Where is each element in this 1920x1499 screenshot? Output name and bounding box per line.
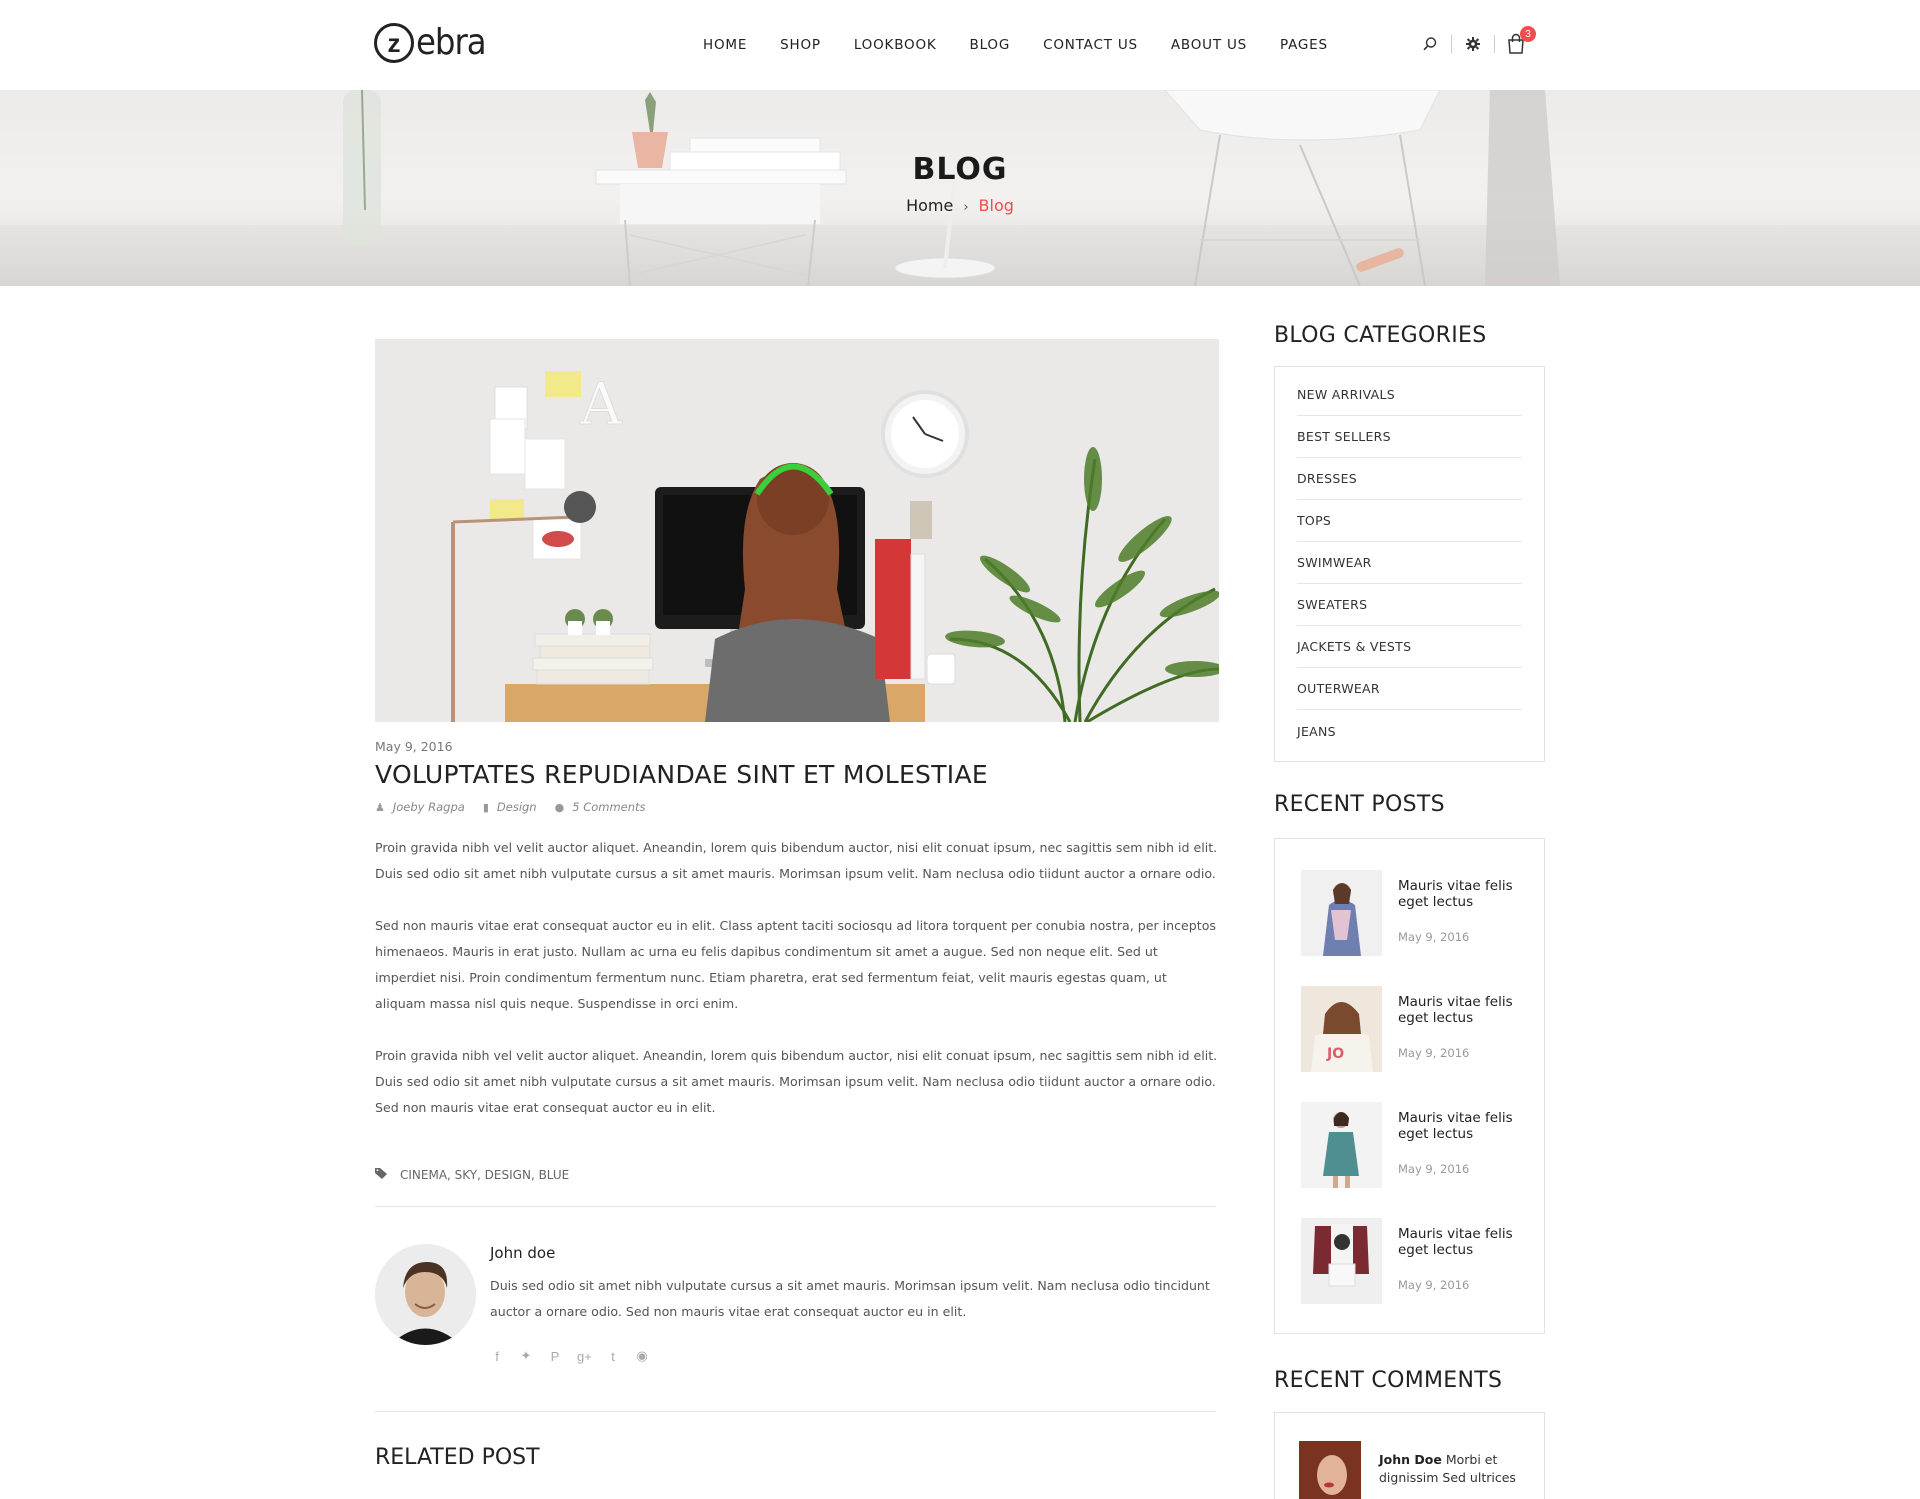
banner-background-illustration bbox=[343, 90, 1560, 286]
svg-text:JO: JO bbox=[1326, 1046, 1344, 1062]
site-header: z ebra HOME SHOP LOOKBOOK BLOG CONTACT U… bbox=[0, 0, 1920, 90]
nav-home[interactable]: HOME bbox=[703, 37, 747, 53]
post-date: May 9, 2016 bbox=[375, 739, 453, 754]
author-portrait bbox=[375, 1244, 476, 1345]
category-list: NEW ARRIVALS BEST SELLERS DRESSES TOPS S… bbox=[1275, 367, 1544, 752]
recent-post-thumbnail[interactable]: JO bbox=[1301, 986, 1382, 1072]
breadcrumb-current: Blog bbox=[978, 196, 1014, 215]
featured-image-illustration: A bbox=[375, 339, 1219, 722]
category-sweaters[interactable]: SWEATERS bbox=[1297, 584, 1522, 626]
post-category[interactable]: ▮ Design bbox=[483, 800, 537, 814]
user-icon: ♟ bbox=[375, 800, 385, 814]
blog-categories-heading: BLOG CATEGORIES bbox=[1274, 323, 1487, 348]
main-nav: HOME SHOP LOOKBOOK BLOG CONTACT US ABOUT… bbox=[703, 37, 1361, 53]
recent-post-title[interactable]: Mauris vitae felis eget lectus bbox=[1398, 994, 1528, 1026]
blog-categories-box: NEW ARRIVALS BEST SELLERS DRESSES TOPS S… bbox=[1274, 366, 1545, 762]
recent-comments-heading: RECENT COMMENTS bbox=[1274, 1368, 1503, 1393]
post-featured-image: A bbox=[375, 339, 1219, 722]
category-tops[interactable]: TOPS bbox=[1297, 500, 1522, 542]
gear-icon[interactable] bbox=[1461, 32, 1485, 56]
post-tags: CINEMA, SKY, DESIGN, BLUE bbox=[375, 1167, 569, 1182]
recent-post-title[interactable]: Mauris vitae felis eget lectus bbox=[1398, 1226, 1528, 1258]
nav-contact-us[interactable]: CONTACT US bbox=[1043, 37, 1138, 53]
category-outerwear[interactable]: OUTERWEAR bbox=[1297, 668, 1522, 710]
nav-lookbook[interactable]: LOOKBOOK bbox=[854, 37, 937, 53]
post-author[interactable]: ♟ Joeby Ragpa bbox=[375, 800, 465, 814]
google-plus-icon[interactable]: g+ bbox=[577, 1349, 592, 1364]
breadcrumb-home[interactable]: Home bbox=[906, 196, 953, 215]
cart-icon[interactable]: 3 bbox=[1504, 26, 1536, 56]
tag-list[interactable]: CINEMA, SKY, DESIGN, BLUE bbox=[400, 1168, 569, 1182]
recent-post-title[interactable]: Mauris vitae felis eget lectus bbox=[1398, 1110, 1528, 1142]
recent-post-item[interactable]: Mauris vitae felis eget lectus May 9, 20… bbox=[1301, 1218, 1531, 1304]
post-paragraph: Proin gravida nibh vel velit auctor aliq… bbox=[375, 1048, 1218, 1115]
post-author-name: Joeby Ragpa bbox=[392, 800, 465, 814]
recent-posts-box: Mauris vitae felis eget lectus May 9, 20… bbox=[1274, 838, 1545, 1334]
site-logo[interactable]: z ebra bbox=[374, 22, 487, 63]
recent-post-thumbnail[interactable] bbox=[1301, 1218, 1382, 1304]
recent-post-thumbnail[interactable] bbox=[1301, 870, 1382, 956]
recent-comments-box: John Doe Morbi et dignissim Sed ultrices bbox=[1274, 1412, 1545, 1499]
recent-posts-heading: RECENT POSTS bbox=[1274, 792, 1445, 817]
nav-about-us[interactable]: ABOUT US bbox=[1171, 37, 1247, 53]
author-avatar bbox=[375, 1244, 476, 1345]
recent-post-thumbnail[interactable] bbox=[1301, 1102, 1382, 1188]
post-meta: ♟ Joeby Ragpa ▮ Design ● 5 Comments bbox=[375, 800, 664, 814]
post-paragraph: Sed non mauris vitae erat consequat auct… bbox=[375, 918, 1216, 1011]
header-divider bbox=[1451, 35, 1452, 53]
recent-post-date: May 9, 2016 bbox=[1398, 1046, 1470, 1060]
nav-pages[interactable]: PAGES bbox=[1280, 37, 1328, 53]
author-social-links: f ✦ P g+ t ◉ bbox=[490, 1348, 664, 1364]
comment-avatar bbox=[1299, 1441, 1361, 1499]
recent-post-item[interactable]: Mauris vitae felis eget lectus May 9, 20… bbox=[1301, 1102, 1531, 1188]
page-title: BLOG bbox=[912, 152, 1008, 187]
recent-comment[interactable]: John Doe Morbi et dignissim Sed ultrices bbox=[1379, 1451, 1529, 1487]
pinterest-icon[interactable]: P bbox=[548, 1349, 562, 1364]
facebook-icon[interactable]: f bbox=[490, 1349, 504, 1364]
comment-author[interactable]: John Doe bbox=[1379, 1452, 1442, 1467]
page-banner: BLOG Home › Blog bbox=[0, 90, 1920, 286]
recent-post-title[interactable]: Mauris vitae felis eget lectus bbox=[1398, 878, 1528, 910]
post-category-name: Design bbox=[496, 800, 537, 814]
category-new-arrivals[interactable]: NEW ARRIVALS bbox=[1297, 374, 1522, 416]
author-bio: Duis sed odio sit amet nibh vulputate cu… bbox=[490, 1278, 1210, 1319]
nav-shop[interactable]: SHOP bbox=[780, 37, 821, 53]
comment-icon: ● bbox=[554, 800, 565, 814]
cart-count-badge: 3 bbox=[1520, 26, 1536, 42]
post-comments[interactable]: ● 5 Comments bbox=[555, 800, 646, 814]
category-jeans[interactable]: JEANS bbox=[1297, 710, 1522, 752]
search-icon[interactable] bbox=[1418, 32, 1442, 56]
recent-post-item[interactable]: Mauris vitae felis eget lectus May 9, 20… bbox=[1301, 870, 1531, 956]
recent-post-date: May 9, 2016 bbox=[1398, 1278, 1470, 1292]
section-divider bbox=[375, 1411, 1216, 1412]
author-name[interactable]: John doe bbox=[490, 1244, 555, 1262]
tumblr-icon[interactable]: t bbox=[606, 1349, 620, 1364]
svg-text:A: A bbox=[579, 370, 623, 438]
header-actions: 3 bbox=[1418, 26, 1536, 56]
post-comments-count: 5 Comments bbox=[572, 800, 646, 814]
category-best-sellers[interactable]: BEST SELLERS bbox=[1297, 416, 1522, 458]
related-posts-heading: RELATED POST bbox=[375, 1445, 540, 1470]
breadcrumb: Home › Blog bbox=[0, 196, 1920, 215]
bookmark-icon: ▮ bbox=[482, 800, 489, 814]
category-jackets-vests[interactable]: JACKETS & VESTS bbox=[1297, 626, 1522, 668]
breadcrumb-separator: › bbox=[963, 200, 969, 215]
category-swimwear[interactable]: SWIMWEAR bbox=[1297, 542, 1522, 584]
wordpress-icon[interactable]: ◉ bbox=[635, 1348, 649, 1364]
recent-post-item[interactable]: JO Mauris vitae felis eget lectus May 9,… bbox=[1301, 986, 1531, 1072]
header-divider bbox=[1494, 35, 1495, 53]
post-paragraph: Proin gravida nibh vel velit auctor aliq… bbox=[375, 840, 1218, 881]
tag-icon bbox=[375, 1167, 388, 1182]
logo-mark: z bbox=[374, 22, 414, 63]
recent-post-date: May 9, 2016 bbox=[1398, 1162, 1470, 1176]
nav-blog[interactable]: BLOG bbox=[970, 37, 1011, 53]
twitter-icon[interactable]: ✦ bbox=[519, 1348, 533, 1364]
section-divider bbox=[375, 1206, 1216, 1207]
category-dresses[interactable]: DRESSES bbox=[1297, 458, 1522, 500]
post-title[interactable]: VOLUPTATES REPUDIANDAE SINT ET MOLESTIAE bbox=[375, 760, 988, 789]
recent-post-date: May 9, 2016 bbox=[1398, 930, 1470, 944]
logo-wordmark: ebra bbox=[416, 22, 487, 63]
